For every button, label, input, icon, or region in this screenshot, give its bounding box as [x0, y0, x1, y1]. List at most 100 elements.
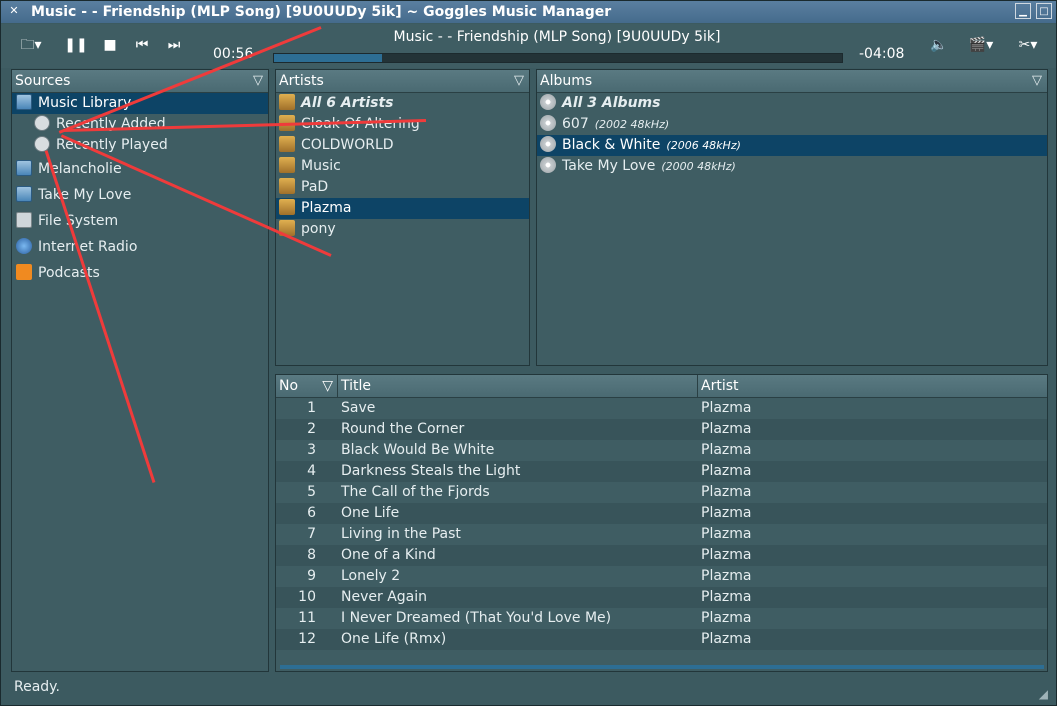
table-row[interactable]: 1 Save Plazma — [276, 398, 1047, 419]
remaining-time: -04:08 — [859, 46, 905, 62]
track-no: 3 — [307, 442, 316, 458]
sources-header[interactable]: Sources ▽ — [12, 70, 268, 93]
cd-icon — [540, 115, 556, 131]
media-menu-button[interactable]: 🎬▾ — [961, 35, 1001, 55]
track-title: Save — [341, 400, 376, 416]
table-row[interactable]: 8 One of a Kind Plazma — [276, 545, 1047, 566]
artists-header-label: Artists — [279, 73, 324, 89]
track-title: The Call of the Fjords — [341, 484, 490, 500]
stop-button[interactable]: ■ — [97, 35, 123, 55]
track-artist: Plazma — [701, 400, 752, 416]
source-item-label: Internet Radio — [38, 239, 138, 255]
albums-header[interactable]: Albums ▽ — [537, 70, 1047, 93]
filter-icon[interactable]: ▽ — [514, 70, 524, 92]
column-artist[interactable]: Artist — [698, 375, 1047, 397]
minimize-icon[interactable]: ▁ — [1015, 3, 1031, 19]
speaker-icon: 🔈 — [930, 37, 948, 53]
filter-icon[interactable]: ▽ — [253, 70, 263, 92]
artist-icon — [279, 157, 295, 173]
volume-button[interactable]: 🔈 — [929, 35, 949, 55]
track-artist: Plazma — [701, 484, 752, 500]
artist-item-label: PaD — [301, 179, 329, 195]
artist-item-label: Music — [301, 158, 341, 174]
maximize-icon[interactable]: □ — [1036, 3, 1052, 19]
artist-item[interactable]: Plazma — [276, 198, 529, 219]
pause-button[interactable]: ❚❚ — [63, 35, 89, 55]
disk-icon — [16, 212, 32, 228]
title-bar[interactable]: ✕ Music - - Friendship (MLP Song) [9U0UU… — [1, 1, 1056, 23]
track-artist: Plazma — [701, 631, 752, 647]
album-item-meta: (2000 48kHz) — [661, 160, 736, 173]
album-item-label: 607 — [562, 116, 589, 132]
source-item[interactable]: Recently Played — [12, 135, 268, 156]
source-item[interactable]: Take My Love — [12, 182, 268, 208]
tools-icon: ✂ — [1018, 37, 1031, 53]
open-file-icon: 🗀 — [20, 37, 35, 53]
album-item[interactable]: 607 (2002 48kHz) — [537, 114, 1047, 135]
next-button[interactable]: ⏭ — [161, 35, 187, 55]
status-text: Ready. — [14, 679, 60, 695]
column-no[interactable]: No ▽ — [276, 375, 338, 397]
source-item[interactable]: Internet Radio — [12, 234, 268, 260]
sources-header-label: Sources — [15, 73, 71, 89]
albums-header-label: Albums — [540, 73, 593, 89]
cd-icon — [540, 136, 556, 152]
filter-icon[interactable]: ▽ — [1032, 70, 1042, 92]
sort-icon: ▽ — [322, 378, 333, 394]
track-title: One Life — [341, 505, 400, 521]
search-icon — [34, 115, 50, 131]
track-no: 8 — [307, 547, 316, 563]
track-no: 9 — [307, 568, 316, 584]
artist-item[interactable]: PaD — [276, 177, 529, 198]
artist-item[interactable]: Music — [276, 156, 529, 177]
track-artist: Plazma — [701, 610, 752, 626]
album-item[interactable]: Take My Love (2000 48kHz) — [537, 156, 1047, 177]
source-item-label: File System — [38, 213, 119, 229]
track-title: One of a Kind — [341, 547, 436, 563]
seek-bar[interactable] — [273, 53, 843, 63]
track-artist: Plazma — [701, 526, 752, 542]
resize-grip-icon[interactable]: ◢ — [1039, 687, 1048, 701]
track-title: Living in the Past — [341, 526, 461, 542]
track-artist: Plazma — [701, 442, 752, 458]
album-item[interactable]: All 3 Albums — [537, 93, 1047, 114]
album-item[interactable]: Black & White (2006 48kHz) — [537, 135, 1047, 156]
folder-icon — [16, 94, 32, 110]
table-row[interactable]: 7 Living in the Past Plazma — [276, 524, 1047, 545]
table-row[interactable]: 9 Lonely 2 Plazma — [276, 566, 1047, 587]
table-row[interactable]: 3 Black Would Be White Plazma — [276, 440, 1047, 461]
artist-icon — [279, 136, 295, 152]
folder-icon — [16, 186, 32, 202]
tools-menu-button[interactable]: ✂▾ — [1009, 35, 1047, 55]
column-no-label: No — [279, 378, 299, 394]
track-title: One Life (Rmx) — [341, 631, 447, 647]
track-no: 10 — [298, 589, 316, 605]
artist-item-label: pony — [301, 221, 336, 237]
window-menu-icon[interactable]: ✕ — [7, 4, 21, 18]
table-row[interactable]: 11 I Never Dreamed (That You'd Love Me) Pl… — [276, 608, 1047, 629]
artists-list: All 6 Artists Cloak Of Altering COLDWORLD M… — [276, 93, 529, 240]
table-row[interactable]: 12 One Life (Rmx) Plazma — [276, 629, 1047, 650]
table-row[interactable]: 10 Never Again Plazma — [276, 587, 1047, 608]
table-row[interactable]: 5 The Call of the Fjords Plazma — [276, 482, 1047, 503]
artist-icon — [279, 199, 295, 215]
track-no: 6 — [307, 505, 316, 521]
artist-item[interactable]: pony — [276, 219, 529, 240]
artists-header[interactable]: Artists ▽ — [276, 70, 529, 93]
previous-button[interactable]: ⏮ — [129, 35, 155, 55]
artist-item[interactable]: All 6 Artists — [276, 93, 529, 114]
album-item-label: Take My Love — [562, 158, 656, 174]
column-title[interactable]: Title — [338, 375, 698, 397]
app-window: ✕ Music - - Friendship (MLP Song) [9U0UU… — [0, 0, 1057, 706]
folder-icon — [16, 160, 32, 176]
open-menu-button[interactable]: 🗀▾ — [13, 35, 49, 55]
source-item[interactable]: Podcasts — [12, 260, 268, 286]
artist-item[interactable]: COLDWORLD — [276, 135, 529, 156]
source-item[interactable]: Music Library — [12, 93, 268, 114]
pause-icon: ❚❚ — [64, 37, 88, 53]
horizontal-scrollbar[interactable] — [280, 665, 1044, 669]
table-row[interactable]: 6 One Life Plazma — [276, 503, 1047, 524]
track-title: Lonely 2 — [341, 568, 401, 584]
table-row[interactable]: 4 Darkness Steals the Light Plazma — [276, 461, 1047, 482]
table-row[interactable]: 2 Round the Corner Plazma — [276, 419, 1047, 440]
